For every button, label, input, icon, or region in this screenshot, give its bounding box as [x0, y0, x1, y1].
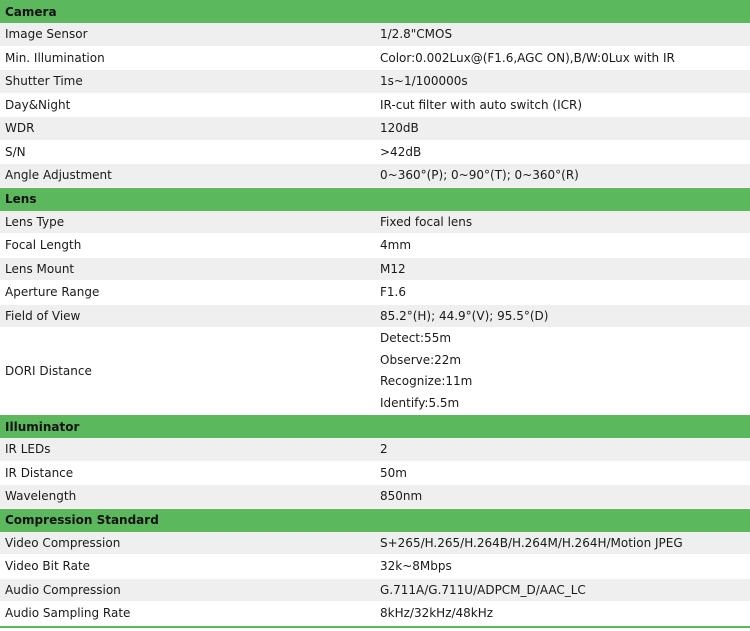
spec-label: Focal Length: [0, 234, 375, 258]
spec-label: Image Sensor: [0, 23, 375, 47]
spec-row: Day&Night IR-cut filter with auto switch …: [0, 93, 750, 117]
spec-value: S+265/H.265/H.264B/H.264M/H.264H/Motion …: [375, 531, 750, 555]
spec-value: 120dB: [375, 117, 750, 141]
spec-row: Angle Adjustment 0~360°(P); 0~90°(T); 0~3…: [0, 164, 750, 188]
spec-row: DORI Distance Detect:55m Observe:22m Recogn…: [0, 328, 750, 415]
spec-value-line: Observe:22m: [380, 352, 462, 367]
spec-label: Lens Mount: [0, 257, 375, 281]
spec-value-line: Detect:55m: [380, 331, 452, 345]
spec-value: >42dB: [375, 140, 750, 164]
spec-value: IR-cut filter with auto switch (ICR): [375, 93, 750, 117]
section-title: Camera: [0, 0, 750, 23]
spec-row: IR LEDs 2: [0, 438, 750, 462]
spec-label: WDR: [0, 117, 375, 141]
spec-label: Lens Type: [0, 210, 375, 234]
section-header: Illuminator: [0, 415, 750, 438]
spec-row: Shutter Time 1s~1/100000s: [0, 70, 750, 94]
spec-row: Lens Mount M12: [0, 257, 750, 281]
spec-label: DORI Distance: [0, 328, 375, 415]
spec-value: 8kHz/32kHz/48kHz: [375, 602, 750, 626]
spec-label: Min. Illumination: [0, 46, 375, 70]
spec-label: Audio Sampling Rate: [0, 602, 375, 626]
spec-row: IR Distance 50m: [0, 461, 750, 485]
spec-label: Day&Night: [0, 93, 375, 117]
section-header: Compression Standard: [0, 508, 750, 532]
spec-value: 32k~8Mbps: [375, 555, 750, 579]
spec-row: S/N >42dB: [0, 140, 750, 164]
spec-row: Wavelength 850nm: [0, 485, 750, 509]
spec-label: IR LEDs: [0, 438, 375, 462]
spec-label: S/N: [0, 140, 375, 164]
section-title: Compression Standard: [0, 508, 750, 532]
spec-label: Video Compression: [0, 531, 375, 555]
spec-label: Audio Compression: [0, 578, 375, 602]
section-title: Illuminator: [0, 415, 750, 438]
spec-value: 2: [375, 438, 750, 462]
spec-value: 850nm: [375, 485, 750, 509]
spec-value: G.711A/G.711U/ADPCM_D/AAC_LC: [375, 578, 750, 602]
spec-value: 0~360°(P); 0~90°(T); 0~360°(R): [375, 164, 750, 188]
spec-row: Lens Type Fixed focal lens: [0, 210, 750, 234]
section-header: Lens: [0, 187, 750, 211]
spec-row: Image Sensor 1/2.8"CMOS: [0, 23, 750, 47]
spec-row: Audio Compression G.711A/G.711U/ADPCM_D/A…: [0, 578, 750, 602]
spec-label: Wavelength: [0, 485, 375, 509]
spec-value: 50m: [375, 461, 750, 485]
spec-value: 1/2.8"CMOS: [375, 23, 750, 47]
spec-value: F1.6: [375, 281, 750, 305]
spec-row: Min. Illumination Color:0.002Lux@(F1.6,AG…: [0, 46, 750, 70]
section-header: Camera: [0, 0, 750, 23]
section-title: Lens: [0, 187, 750, 211]
spec-row: Audio Sampling Rate 8kHz/32kHz/48kHz: [0, 602, 750, 626]
spec-value-line: Recognize:11m: [380, 374, 473, 388]
spec-value: 1s~1/100000s: [375, 70, 750, 94]
spec-value: 4mm: [375, 234, 750, 258]
spec-label: Shutter Time: [0, 70, 375, 94]
spec-value: Detect:55m Observe:22m Recognize:11m Identi…: [375, 328, 750, 415]
spec-value: M12: [375, 257, 750, 281]
spec-row: WDR 120dB: [0, 117, 750, 141]
spec-value-line: Identify:5.5m: [380, 395, 460, 410]
spec-row: Video Compression S+265/H.265/H.264B/H.26…: [0, 531, 750, 555]
spec-value: Color:0.002Lux@(F1.6,AGC ON),B/W:0Lux wi…: [375, 46, 750, 70]
spec-table: Camera Image Sensor 1/2.8"CMOS Min. Illumin…: [0, 0, 750, 626]
spec-row: Focal Length 4mm: [0, 234, 750, 258]
spec-label: Aperture Range: [0, 281, 375, 305]
spec-label: Video Bit Rate: [0, 555, 375, 579]
spec-row: Field of View 85.2°(H); 44.9°(V); 95.5°(D…: [0, 304, 750, 328]
bottom-divider: [0, 625, 750, 628]
spec-value: 85.2°(H); 44.9°(V); 95.5°(D): [375, 304, 750, 328]
spec-row: Video Bit Rate 32k~8Mbps: [0, 555, 750, 579]
spec-label: IR Distance: [0, 461, 375, 485]
spec-label: Field of View: [0, 304, 375, 328]
spec-value: Fixed focal lens: [375, 210, 750, 234]
spec-label: Angle Adjustment: [0, 164, 375, 188]
spec-row: Aperture Range F1.6: [0, 281, 750, 305]
